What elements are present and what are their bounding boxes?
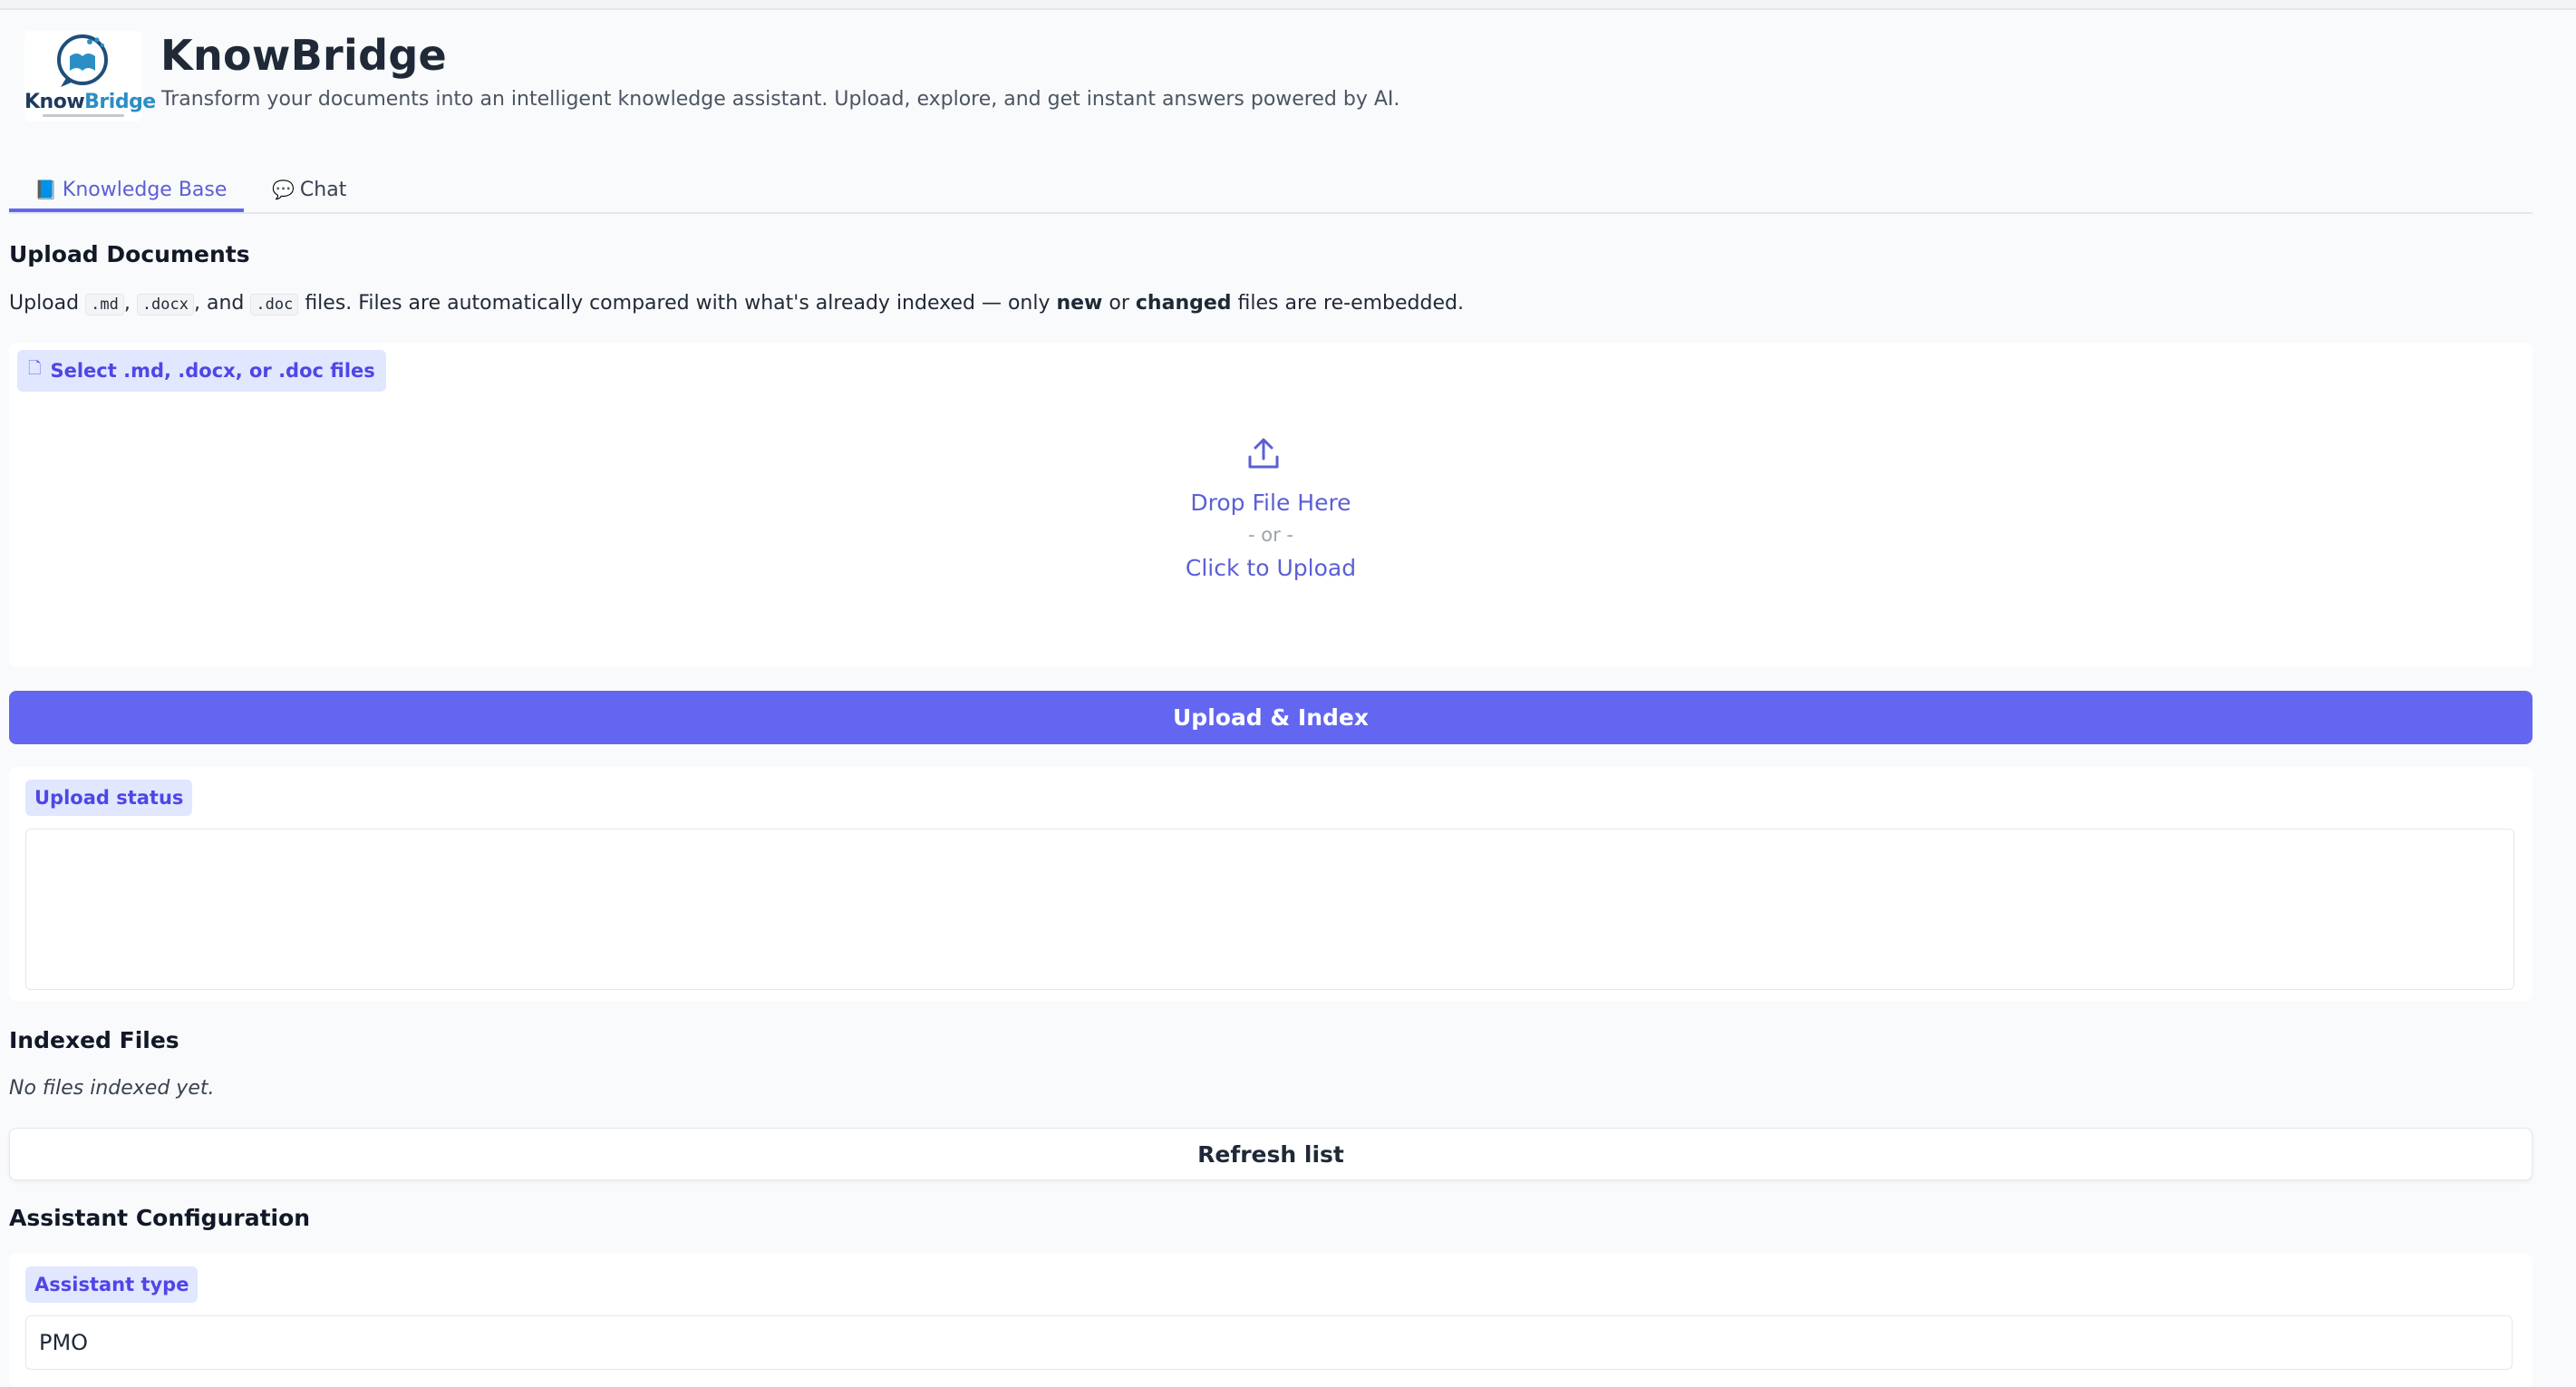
indexed-files-empty-note: No files indexed yet. [9,1077,215,1100]
book-icon: 📘 [34,179,57,200]
file-input-label: 🗋 Select .md, .docx, or .doc files [17,350,386,392]
logo-chat-book-icon [57,34,108,87]
assistant-type-panel: Assistant type PMO [9,1254,2532,1387]
tab-label: Knowledge Base [62,178,228,201]
assistant-type-label: Assistant type [25,1266,199,1303]
active-tab-indicator [9,209,244,212]
upload-status-output[interactable] [25,829,2514,990]
refresh-list-button[interactable]: Refresh list [9,1128,2532,1180]
upload-icon [1248,438,1279,469]
assistant-type-select[interactable]: PMO [25,1315,2513,1370]
upload-documents-heading: Upload Documents [9,241,250,267]
upload-status-label: Upload status [25,780,193,816]
upload-status-panel: Upload status [9,767,2532,1001]
speech-bubble-icon: 💬 [272,179,295,200]
upload-index-button[interactable]: Upload & Index [9,691,2532,744]
app-logo: KnowBridge [24,31,156,121]
code-md: .md [85,294,124,315]
upload-description: Upload .md, .docx, and .doc files. Files… [9,292,1464,315]
logo-tagline-mark [43,114,124,117]
code-doc: .doc [250,294,299,315]
tab-chat[interactable]: 💬 Chat [263,169,355,210]
page-subtitle: Transform your documents into an intelli… [161,88,1400,111]
page-title: KnowBridge [160,31,448,80]
click-to-upload-text: Click to Upload [1185,555,1357,581]
or-separator: - or - [1248,524,1293,546]
logo-wordmark: KnowBridge [24,91,156,113]
indexed-files-heading: Indexed Files [9,1027,179,1053]
tab-label: Chat [299,178,347,201]
code-docx: .docx [136,294,194,315]
window-top-border [0,0,2576,10]
tab-knowledge-base[interactable]: 📘 Knowledge Base [22,169,239,210]
file-icon: 🗋 [28,359,42,378]
file-upload-dropzone[interactable]: 🗋 Select .md, .docx, or .doc files Drop … [9,343,2532,667]
drop-file-text: Drop File Here [1190,490,1351,516]
assistant-configuration-heading: Assistant Configuration [9,1205,311,1231]
tab-bar: 📘 Knowledge Base 💬 Chat [9,169,2532,214]
